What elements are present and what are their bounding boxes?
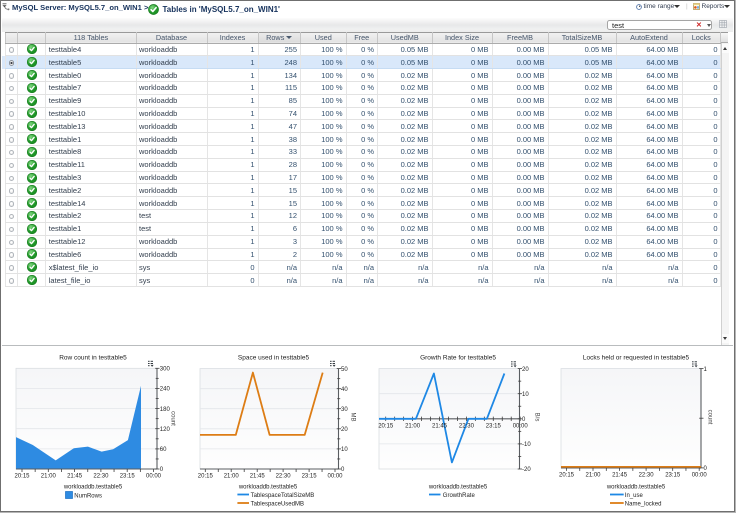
- svg-text:240: 240: [160, 387, 171, 393]
- svg-text:count: count: [170, 411, 176, 426]
- svg-text:22:30: 22:30: [276, 474, 292, 480]
- svg-text:0: 0: [704, 466, 708, 472]
- svg-text:21:45: 21:45: [612, 473, 628, 479]
- svg-text:120: 120: [160, 427, 171, 433]
- svg-text:21:45: 21:45: [250, 474, 266, 480]
- svg-text:50: 50: [341, 367, 348, 373]
- svg-text:00:00: 00:00: [692, 473, 708, 479]
- svg-text:20:15: 20:15: [378, 424, 394, 430]
- svg-text:TablespaceTotalSizeMB: TablespaceTotalSizeMB: [251, 493, 315, 499]
- svg-text:Growth Rate for testtable5: Growth Rate for testtable5: [420, 355, 496, 362]
- svg-text:-10: -10: [522, 442, 531, 448]
- svg-text:In_use: In_use: [625, 493, 644, 499]
- svg-text:21:45: 21:45: [432, 424, 448, 430]
- svg-text:300: 300: [160, 367, 171, 373]
- svg-text:10: 10: [341, 447, 348, 453]
- svg-text:21:00: 21:00: [224, 474, 240, 480]
- svg-text:Row count in testtable5: Row count in testtable5: [59, 355, 127, 362]
- svg-text:B/s: B/s: [534, 413, 540, 422]
- svg-text:20:15: 20:15: [559, 473, 575, 479]
- svg-text:TablespaceUsedMB: TablespaceUsedMB: [251, 502, 304, 508]
- svg-text:workloaddb.testtable5: workloaddb.testtable5: [238, 485, 298, 491]
- svg-text:GrowthRate: GrowthRate: [443, 493, 476, 499]
- svg-text:22:30: 22:30: [93, 474, 109, 480]
- svg-text:22:30: 22:30: [459, 424, 475, 430]
- svg-text:20:15: 20:15: [14, 474, 30, 480]
- svg-text:20: 20: [522, 367, 529, 373]
- svg-text:00:00: 00:00: [513, 424, 529, 430]
- svg-text:workloaddb.testtable5: workloaddb.testtable5: [63, 485, 123, 491]
- svg-text:10: 10: [522, 392, 529, 398]
- svg-text:21:00: 21:00: [585, 473, 601, 479]
- svg-text:23:15: 23:15: [486, 424, 502, 430]
- svg-text:22:30: 22:30: [639, 473, 655, 479]
- svg-text:20: 20: [341, 427, 348, 433]
- svg-text:21:45: 21:45: [67, 474, 83, 480]
- svg-text:60: 60: [160, 447, 167, 453]
- svg-text:Locks held or requested in tes: Locks held or requested in testtable5: [583, 355, 690, 362]
- svg-text:MB: MB: [350, 413, 356, 422]
- svg-text:00:00: 00:00: [327, 474, 343, 480]
- svg-text:workloaddb.testtable5: workloaddb.testtable5: [606, 485, 666, 491]
- svg-text:40: 40: [341, 387, 348, 393]
- svg-text:NumRows: NumRows: [74, 494, 102, 500]
- svg-text:20:15: 20:15: [198, 474, 214, 480]
- svg-text:Name_locked: Name_locked: [625, 502, 662, 508]
- svg-text:00:00: 00:00: [146, 474, 162, 480]
- svg-text:-20: -20: [522, 467, 531, 473]
- svg-text:180: 180: [160, 407, 171, 413]
- svg-text:0: 0: [160, 467, 164, 473]
- svg-text:1: 1: [704, 367, 708, 373]
- svg-text:0: 0: [341, 467, 345, 473]
- svg-text:Space used in testtable5: Space used in testtable5: [238, 355, 310, 362]
- svg-text:21:00: 21:00: [41, 474, 57, 480]
- svg-text:count: count: [707, 410, 713, 425]
- svg-text:23:15: 23:15: [665, 473, 681, 479]
- svg-text:30: 30: [341, 407, 348, 413]
- svg-text:21:00: 21:00: [405, 424, 421, 430]
- svg-text:23:15: 23:15: [120, 474, 136, 480]
- svg-text:workloaddb.testtable5: workloaddb.testtable5: [428, 485, 488, 491]
- svg-text:0: 0: [522, 417, 526, 423]
- svg-text:23:15: 23:15: [302, 474, 318, 480]
